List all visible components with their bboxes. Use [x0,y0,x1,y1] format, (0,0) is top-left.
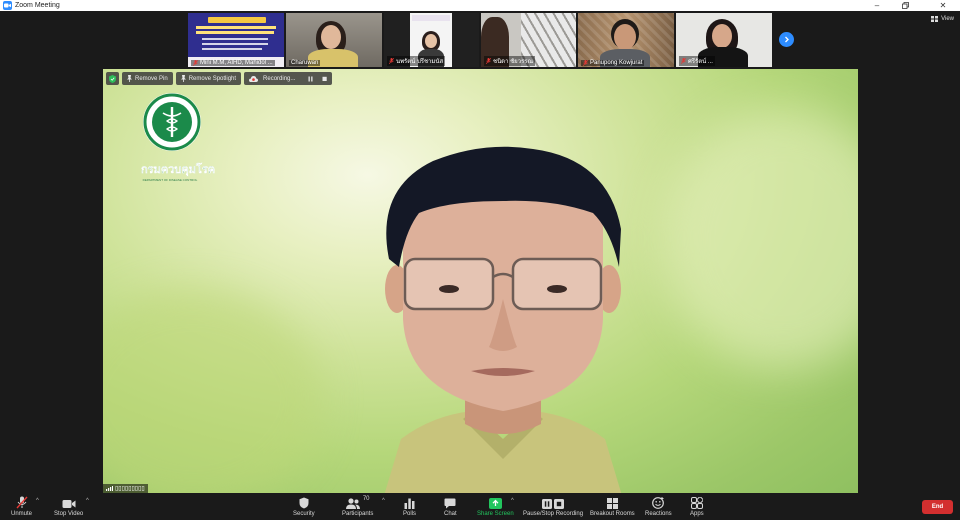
participant-face [614,24,636,50]
reactions-button[interactable]: Reactions [645,496,672,517]
participant-name: Mini M.M, AIHD, Mahidol ... [191,60,275,66]
zoom-window: Zoom Meeting – ✕ View Mini M.M, AIHD, Ma… [0,0,960,520]
zoom-app-icon [3,1,12,10]
ddc-logo: กรมควบคุมโรค DEPARTMENT OF DISEASE CONTR… [141,91,216,182]
security-shield-button[interactable] [106,72,119,85]
chat-bubble-icon [444,498,456,509]
pin-icon [127,75,132,82]
polls-icon [404,498,415,509]
title-bar: Zoom Meeting – ✕ [0,0,960,11]
pause-recording-icon[interactable] [308,76,313,82]
participants-icon [345,498,360,509]
remove-pin-button[interactable]: Remove Pin [122,72,173,85]
participant-thumbnail[interactable]: นพรัตน์ ปรีชามนัส [384,13,479,67]
participant-thumbnail[interactable]: Charuwan [286,13,382,67]
participant-name: นพรัตน์ ปรีชามนัส [387,56,446,66]
logo-subtext: DEPARTMENT OF DISEASE CONTROL [142,178,198,182]
main-video[interactable]: กรมควบคุมโรค DEPARTMENT OF DISEASE CONTR… [103,69,858,493]
muted-mic-icon [681,58,686,64]
audio-options-caret[interactable]: ^ [36,498,39,504]
window-title: Zoom Meeting [15,2,60,9]
speaker-glasses-left [403,257,495,311]
video-controls-bar: Remove Pin Remove Spotlight Recording... [106,72,333,85]
muted-mic-icon [389,58,394,64]
muted-mic-icon [193,60,198,66]
apps-button[interactable]: Apps [690,496,704,517]
unmute-button[interactable]: Unmute [11,496,32,517]
share-screen-button[interactable]: Share Screen [477,496,514,517]
pause-icon [542,499,553,509]
stop-video-button[interactable]: Stop Video [54,496,83,517]
participants-button[interactable]: 70 Participants [342,496,373,517]
end-meeting-button[interactable]: End [922,500,953,514]
video-name-label: ▯▯▯▯▯▯▯▯▯ [103,484,148,493]
polls-button[interactable]: Polls [403,496,416,517]
muted-microphone-icon [15,496,28,509]
stop-recording-icon[interactable] [322,76,328,82]
apps-icon [690,497,703,509]
signal-icon [106,486,113,491]
shield-icon [109,74,116,83]
participant-thumbnail[interactable]: Panupong Kowjurat [578,13,674,67]
participant-name: ชนิดา ชัยวรรณ [484,56,536,66]
participant-name: Charuwan [289,60,321,66]
participant-face [712,24,732,48]
close-icon[interactable]: ✕ [932,0,954,11]
breakout-rooms-icon [606,498,618,509]
spotlight-icon [180,75,186,82]
participants-options-caret[interactable]: ^ [382,498,385,504]
smiley-icon [652,497,665,509]
participant-thumbnail[interactable]: ชนิดา ชัยวรรณ [481,13,576,67]
chat-button[interactable]: Chat [444,496,457,517]
muted-mic-icon [583,60,588,66]
stop-icon [554,499,565,509]
security-button[interactable]: Security [293,496,315,517]
video-options-caret[interactable]: ^ [86,498,89,504]
speaker-glasses-right [511,257,603,311]
view-button[interactable]: View [931,16,954,22]
pause-stop-recording-button[interactable]: Pause/Stop Recording [523,496,583,517]
muted-mic-icon [486,58,491,64]
meeting-toolbar: Unmute ^ Stop Video ^ Security 70 Partic… [0,494,960,520]
participant-name: Panupong Kowjurat [581,60,645,66]
participant-name: ศรีรัตน์ ... [679,56,715,66]
recording-indicator: Recording... [244,72,333,85]
chevron-right-icon [785,36,789,43]
ddc-emblem-icon [143,93,201,151]
next-page-button[interactable] [779,32,794,47]
cloud-recording-icon [249,75,259,82]
participant-thumbnail[interactable]: Mini M.M, AIHD, Mahidol ... [188,13,284,67]
restore-icon[interactable] [894,0,916,11]
participants-count: 70 [362,496,370,502]
speaker-figure [384,146,622,493]
slide-image [188,13,284,57]
share-options-caret[interactable]: ^ [511,498,514,504]
participant-face [321,25,341,49]
breakout-rooms-button[interactable]: Breakout Rooms [590,496,635,517]
view-label: View [941,16,954,22]
minimize-icon[interactable]: – [866,0,888,11]
logo-text: กรมควบคุมโรค [141,164,216,176]
grid-view-icon [931,16,939,22]
video-camera-icon [62,500,76,508]
security-shield-icon [299,497,309,509]
remove-spotlight-button[interactable]: Remove Spotlight [175,72,242,85]
participant-thumbnail[interactable]: ศรีรัตน์ ... [676,13,772,67]
share-screen-icon [488,498,502,509]
